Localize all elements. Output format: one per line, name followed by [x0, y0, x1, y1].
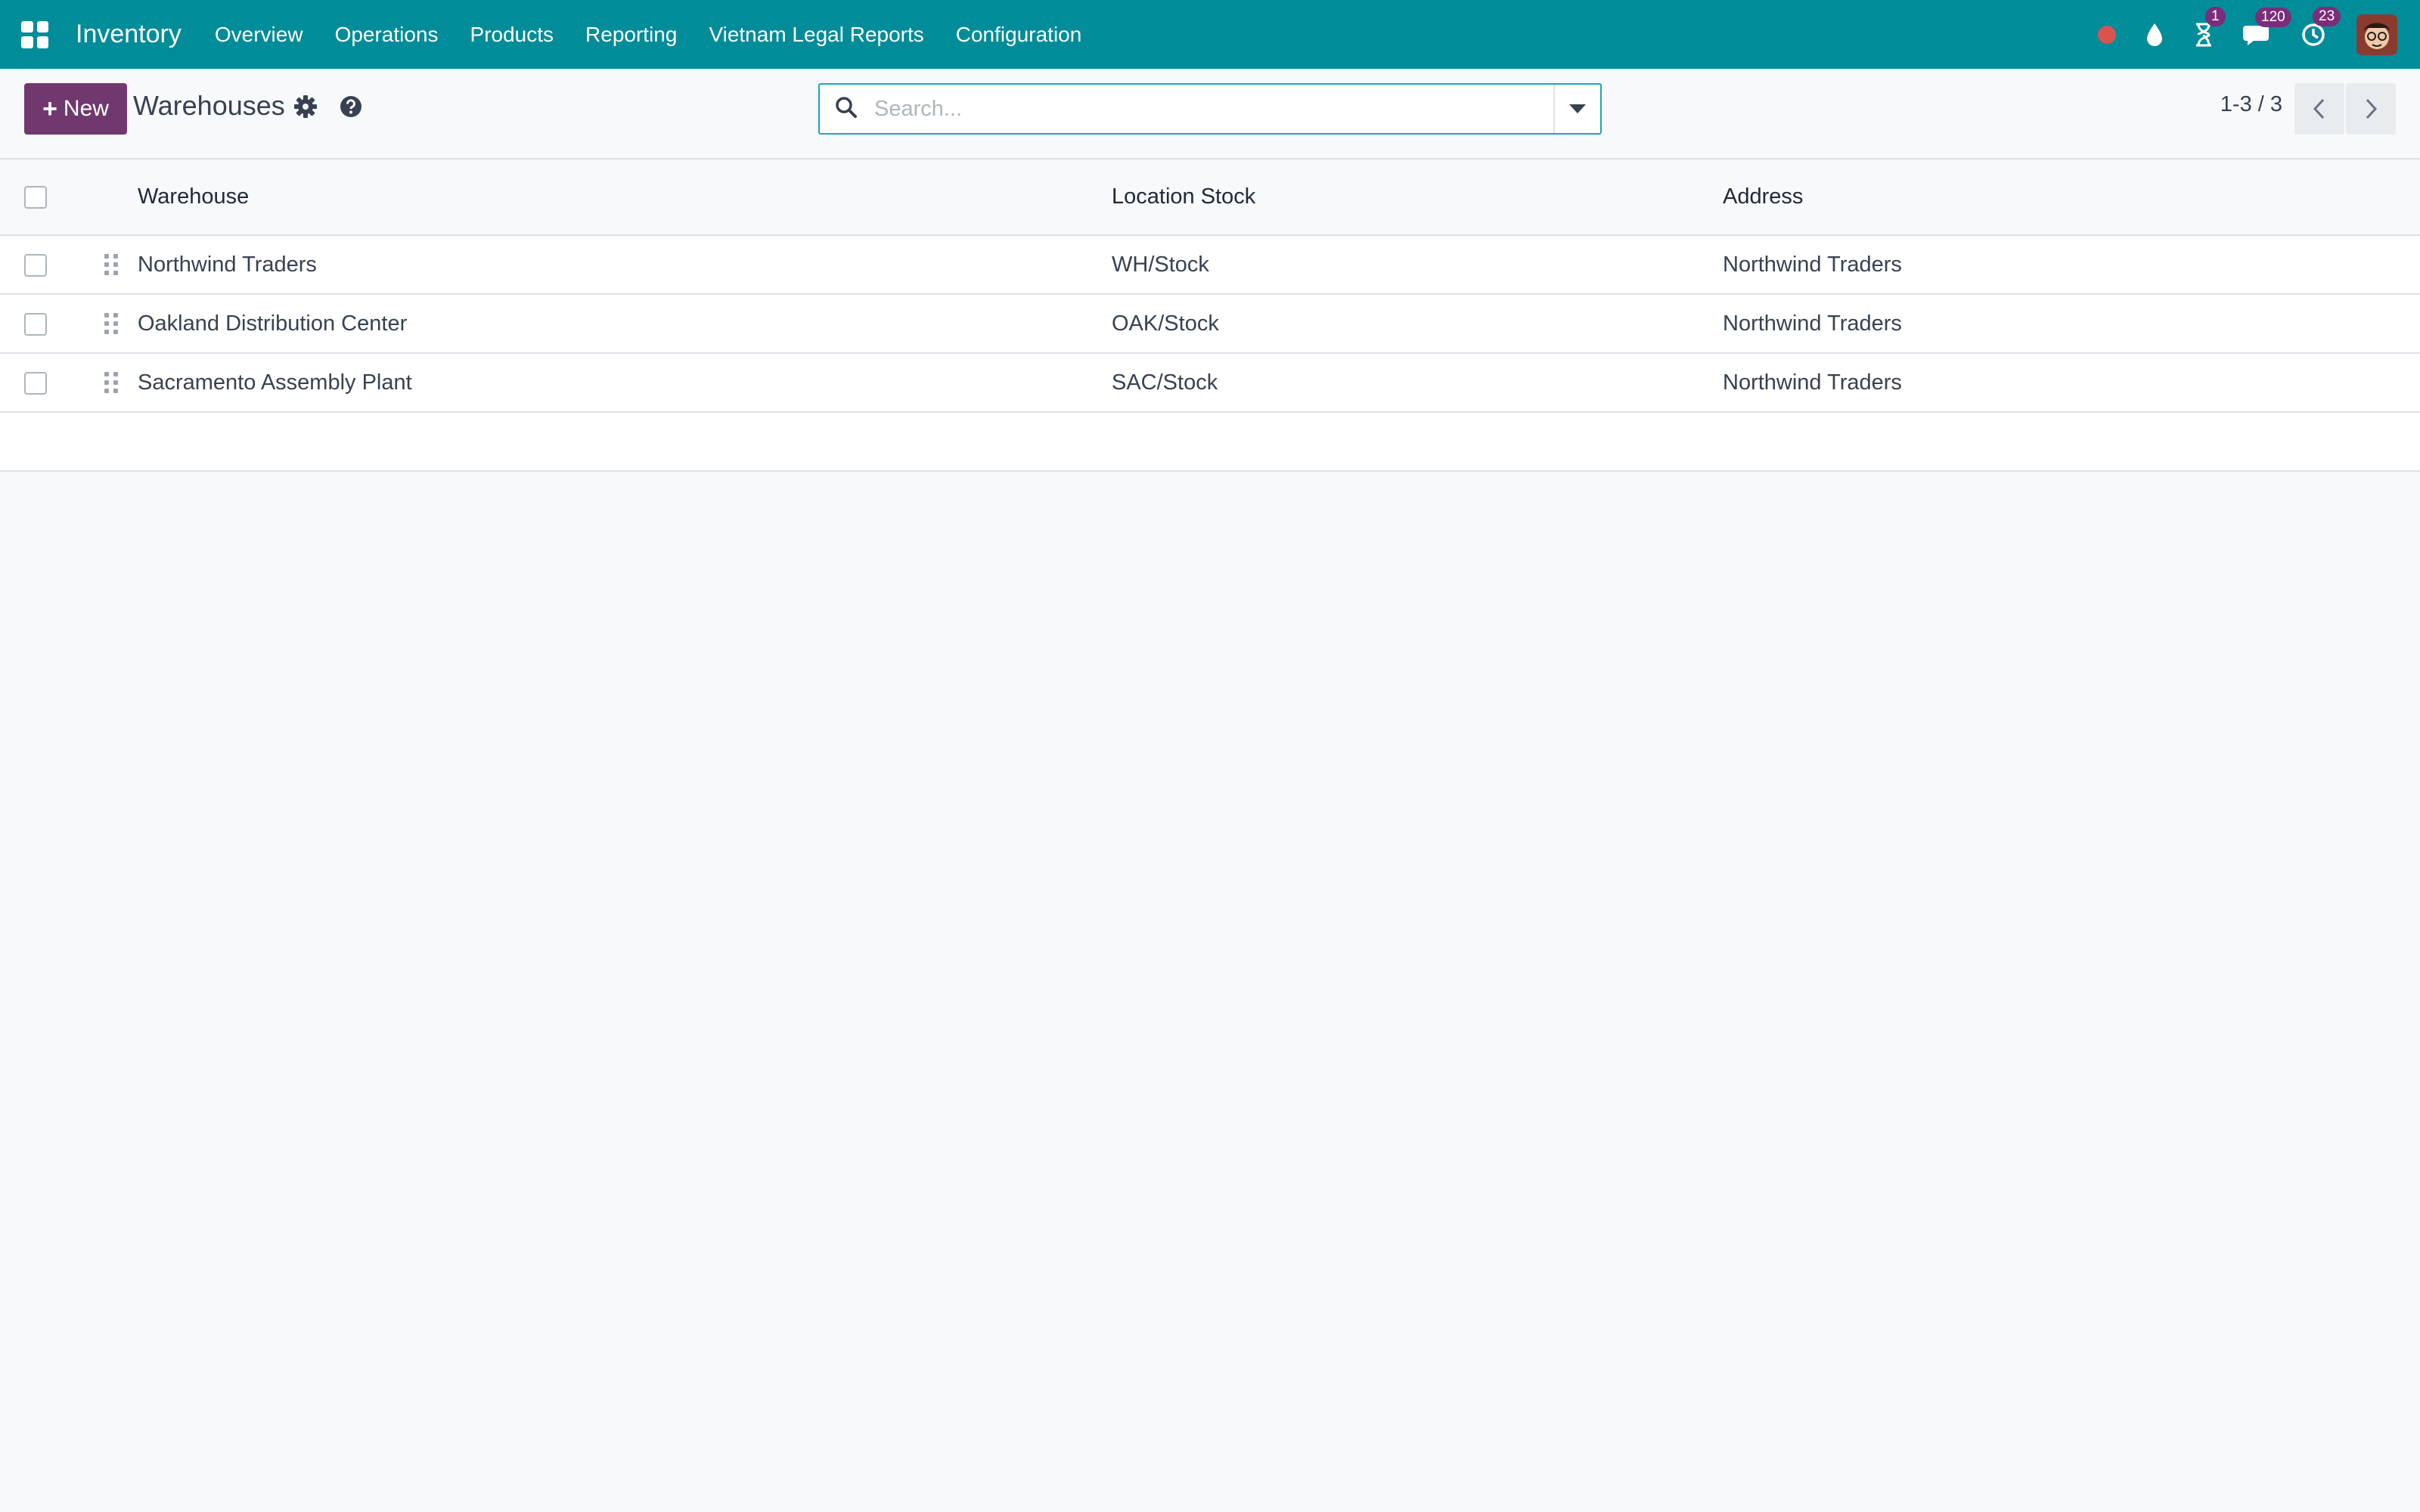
- table-row[interactable]: Northwind Traders WH/Stock Northwind Tra…: [0, 235, 2420, 294]
- new-button-label: New: [63, 96, 109, 121]
- menu-configuration[interactable]: Configuration: [956, 23, 1082, 47]
- activity-hourglass-icon[interactable]: 1: [2193, 6, 2226, 48]
- recording-dot-icon[interactable]: [2098, 25, 2116, 44]
- page-title: Warehouses: [133, 90, 285, 121]
- apps-grid-icon[interactable]: [21, 20, 48, 48]
- menu-overview[interactable]: Overview: [215, 23, 303, 47]
- table-row[interactable]: Sacramento Assembly Plant SAC/Stock Nort…: [0, 353, 2420, 412]
- menu-products[interactable]: Products: [470, 23, 554, 47]
- search-input[interactable]: [873, 86, 1553, 132]
- empty-row: [0, 412, 2420, 471]
- systray: 1 120 23: [2069, 0, 2397, 69]
- warehouses-list: Warehouse Location Stock Address Northwi…: [0, 160, 2420, 472]
- search-bar: [818, 83, 1602, 135]
- drag-handle-icon[interactable]: [104, 372, 118, 393]
- timer-badge: 23: [2313, 6, 2341, 26]
- menu-operations[interactable]: Operations: [335, 23, 439, 47]
- gear-icon[interactable]: [293, 94, 318, 122]
- search-options-toggle[interactable]: [1553, 85, 1600, 133]
- column-header-address[interactable]: Address: [1723, 160, 2420, 235]
- drop-icon[interactable]: [2145, 22, 2164, 48]
- cell-address[interactable]: Northwind Traders: [1723, 353, 2420, 412]
- row-checkbox[interactable]: [24, 371, 47, 395]
- search-icon: [835, 96, 858, 122]
- cell-address[interactable]: Northwind Traders: [1723, 235, 2420, 294]
- messages-badge: 120: [2255, 7, 2291, 27]
- plus-icon: +: [42, 94, 57, 123]
- column-header-location-stock[interactable]: Location Stock: [1112, 160, 1723, 235]
- cell-location-stock[interactable]: SAC/Stock: [1112, 353, 1723, 412]
- app-title[interactable]: Inventory: [76, 20, 182, 49]
- row-checkbox[interactable]: [24, 312, 47, 336]
- chevron-left-icon: [2313, 98, 2325, 119]
- cell-warehouse[interactable]: Oakland Distribution Center: [138, 294, 1112, 353]
- new-button[interactable]: + New: [24, 83, 127, 135]
- chevron-right-icon: [2366, 98, 2378, 119]
- menu-vietnam-legal-reports[interactable]: Vietnam Legal Reports: [709, 23, 923, 47]
- pager-previous-button[interactable]: [2294, 83, 2344, 135]
- cell-warehouse[interactable]: Northwind Traders: [138, 235, 1112, 294]
- cell-warehouse[interactable]: Sacramento Assembly Plant: [138, 353, 1112, 412]
- table-header-row: Warehouse Location Stock Address: [0, 160, 2420, 235]
- column-header-warehouse[interactable]: Warehouse: [138, 160, 1112, 235]
- drag-handle-icon[interactable]: [104, 254, 118, 275]
- clock-icon[interactable]: 23: [2301, 6, 2341, 48]
- row-checkbox[interactable]: [24, 253, 47, 277]
- cell-address[interactable]: Northwind Traders: [1723, 294, 2420, 353]
- chat-icon[interactable]: 120: [2243, 7, 2291, 47]
- user-avatar[interactable]: [2356, 14, 2397, 55]
- caret-down-icon: [1569, 104, 1586, 113]
- activities-badge: 1: [2205, 6, 2226, 26]
- top-navbar: Inventory Overview Operations Products R…: [0, 0, 2420, 69]
- cell-location-stock[interactable]: OAK/Stock: [1112, 294, 1723, 353]
- pager-value[interactable]: 1-3 / 3: [2220, 92, 2282, 117]
- menu-reporting[interactable]: Reporting: [585, 23, 677, 47]
- pager-next-button[interactable]: [2346, 83, 2396, 135]
- table-row[interactable]: Oakland Distribution Center OAK/Stock No…: [0, 294, 2420, 353]
- cell-location-stock[interactable]: WH/Stock: [1112, 235, 1723, 294]
- control-panel: + New Warehouses Search... 1-3 / 3: [0, 69, 2420, 160]
- select-all-checkbox[interactable]: [24, 186, 47, 209]
- drag-handle-icon[interactable]: [104, 313, 118, 334]
- help-icon[interactable]: [339, 94, 363, 122]
